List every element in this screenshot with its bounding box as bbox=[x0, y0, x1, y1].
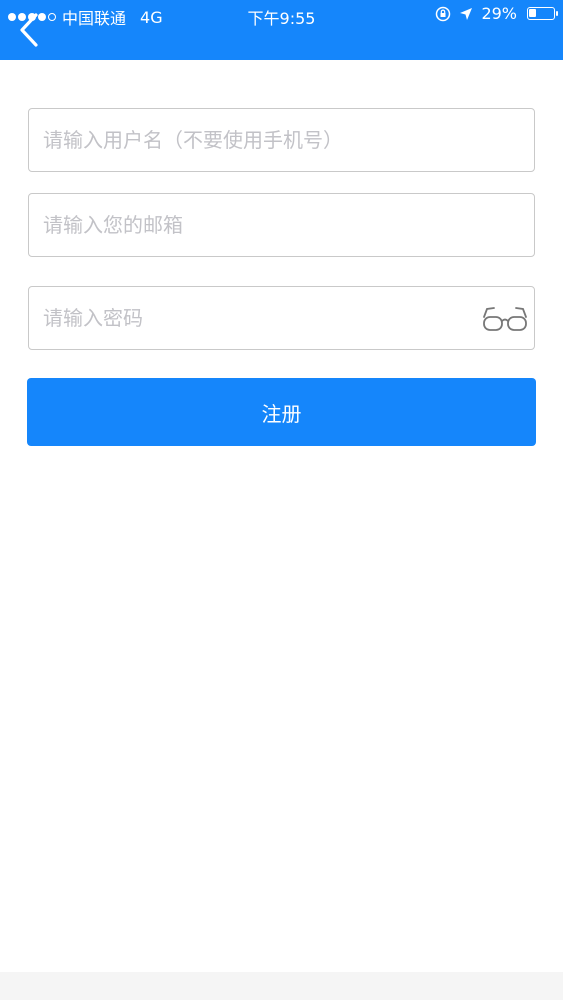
bottom-strip bbox=[0, 972, 563, 1000]
battery-percent: 29% bbox=[481, 4, 517, 23]
orientation-lock-icon bbox=[436, 6, 451, 21]
username-field[interactable] bbox=[28, 108, 535, 172]
status-right: 29% bbox=[435, 4, 558, 23]
email-field[interactable] bbox=[28, 193, 535, 257]
register-button[interactable]: 注册 bbox=[27, 378, 536, 446]
back-chevron-icon[interactable] bbox=[14, 12, 44, 48]
status-bar: 中国联通 4G 下午9:55 29% bbox=[0, 0, 563, 30]
battery-icon bbox=[527, 7, 558, 20]
email-input[interactable] bbox=[29, 194, 534, 256]
username-input[interactable] bbox=[29, 109, 534, 171]
glasses-icon[interactable] bbox=[482, 299, 528, 339]
location-arrow-icon bbox=[460, 7, 473, 20]
navigation-bar: 中国联通 4G 下午9:55 29% bbox=[0, 0, 563, 60]
password-input[interactable] bbox=[29, 287, 534, 349]
password-field[interactable] bbox=[28, 286, 535, 350]
